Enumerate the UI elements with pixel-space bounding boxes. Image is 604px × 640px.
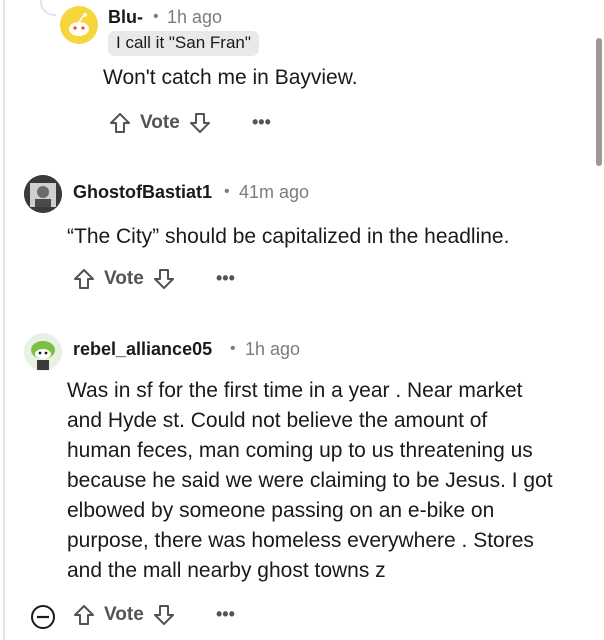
- snoo-green-avatar-icon: [24, 333, 62, 371]
- comment-body: “The City” should be capitalized in the …: [67, 225, 510, 248]
- timestamp: 1h ago: [245, 339, 301, 359]
- upvote-icon[interactable]: [108, 111, 132, 135]
- vote-controls: Vote: [72, 267, 176, 291]
- downvote-icon[interactable]: [188, 111, 212, 135]
- collapse-thread-button[interactable]: [30, 604, 56, 630]
- vote-label: Vote: [104, 604, 144, 625]
- portrait-avatar-icon: [24, 175, 62, 213]
- more-options-button[interactable]: •••: [216, 268, 235, 289]
- comment-line: Was in sf for the first time in a year .…: [67, 379, 523, 402]
- avatar[interactable]: [24, 175, 62, 213]
- comment-line: and the mall nearby ghost towns z: [67, 559, 386, 582]
- meta-separator: •: [224, 183, 230, 200]
- vote-controls: Vote: [72, 603, 176, 627]
- vote-label: Vote: [104, 268, 144, 289]
- thread-curve-top: [40, 0, 56, 16]
- comment-body: Won't catch me in Bayview.: [103, 66, 358, 89]
- meta-separator: •: [230, 340, 236, 357]
- upvote-icon[interactable]: [72, 603, 96, 627]
- comment-body: Was in sf for the first time in a year .…: [67, 376, 553, 586]
- username[interactable]: rebel_alliance05: [73, 339, 212, 360]
- comment-line: purpose, there was homeless everywhere .…: [67, 529, 534, 552]
- timestamp: 41m ago: [239, 182, 310, 202]
- username[interactable]: Blu-: [108, 7, 143, 28]
- comment-line: because he said we were claiming to be J…: [67, 469, 553, 492]
- scrollbar[interactable]: [596, 38, 602, 166]
- avatar[interactable]: [24, 333, 62, 371]
- username[interactable]: GhostofBastiat1: [73, 182, 212, 203]
- collapse-icon: [31, 605, 55, 629]
- user-flair: I call it "San Fran": [108, 31, 259, 56]
- downvote-icon[interactable]: [152, 603, 176, 627]
- thread-line-left[interactable]: [3, 0, 5, 640]
- comment-line: and Hyde st. Could not believe the amoun…: [67, 409, 488, 432]
- vote-controls: Vote: [108, 111, 212, 135]
- comment-line: human feces, man coming up to us threate…: [67, 439, 533, 462]
- more-options-button[interactable]: •••: [216, 604, 235, 625]
- downvote-icon[interactable]: [152, 267, 176, 291]
- avatar[interactable]: [60, 6, 98, 44]
- vote-label: Vote: [140, 112, 180, 133]
- meta-separator: •: [153, 8, 159, 25]
- upvote-icon[interactable]: [72, 267, 96, 291]
- snoo-yellow-avatar-icon: [60, 6, 98, 44]
- comment-line: elbowed by someone passing on an e-bike …: [67, 499, 495, 522]
- more-options-button[interactable]: •••: [252, 112, 271, 133]
- timestamp: 1h ago: [167, 7, 223, 27]
